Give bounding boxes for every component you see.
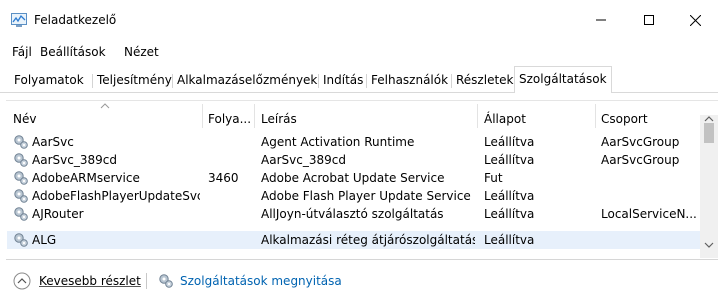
tab-details[interactable]: Részletek — [452, 70, 518, 92]
cell-name: AdobeARMservice — [32, 171, 140, 185]
tab-bar: Folyamatok Teljesítmény Alkalmazáselőzmé… — [0, 64, 718, 93]
task-manager-icon — [11, 13, 27, 27]
column-header-status[interactable]: Állapot — [484, 112, 526, 126]
menu-bar: Fájl Beállítások Nézet — [0, 40, 718, 64]
close-button[interactable] — [672, 0, 718, 40]
fewer-details-link[interactable]: Kevesebb részlet — [39, 274, 141, 288]
scroll-down-icon[interactable] — [704, 242, 714, 248]
cell-name: AdobeFlashPlayerUpdateSvc — [32, 189, 200, 203]
column-header-description[interactable]: Leírás — [261, 112, 297, 126]
footer-divider — [146, 273, 147, 289]
tab-services[interactable]: Szolgáltatások — [514, 66, 612, 93]
column-divider[interactable] — [477, 104, 478, 128]
cell-description: Adobe Flash Player Update Service — [261, 189, 471, 203]
service-gear-icon — [14, 189, 28, 203]
tab-app-history[interactable]: Alkalmazáselőzmények — [173, 70, 321, 92]
cell-group: LocalServiceN... — [601, 207, 697, 221]
title-bar: Feladatkezelő — [0, 0, 718, 40]
tab-users[interactable]: Felhasználók — [367, 70, 452, 92]
table-row[interactable]: AarSvc Agent Activation Runtime Leállítv… — [7, 133, 700, 151]
column-divider[interactable] — [254, 104, 255, 128]
tab-startup[interactable]: Indítás — [319, 70, 367, 92]
cell-status: Fut — [484, 171, 503, 185]
cell-group: AarSvcGroup — [601, 135, 680, 149]
menu-options[interactable]: Beállítások — [40, 45, 106, 59]
menu-file[interactable]: Fájl — [12, 45, 32, 59]
cell-status: Leállítva — [484, 207, 535, 221]
column-header-name[interactable]: Név — [13, 112, 36, 126]
footer: Kevesebb részlet Szolgáltatások megnyitá… — [0, 258, 718, 302]
column-header-group[interactable]: Csoport — [601, 112, 648, 126]
maximize-button[interactable] — [626, 0, 672, 40]
cell-name: AarSvc — [32, 135, 74, 149]
cell-description: Adobe Acrobat Update Service — [261, 171, 445, 185]
tab-performance[interactable]: Teljesítmény — [93, 70, 176, 92]
cell-name: ALG — [32, 233, 57, 247]
table-row[interactable]: AarSvc_389cd AarSvc_389cd Leállítva AarS… — [7, 151, 700, 169]
cell-name: AarSvc_389cd — [32, 153, 117, 167]
cell-status: Leállítva — [484, 135, 535, 149]
column-divider[interactable] — [595, 104, 596, 128]
table-row[interactable]: AJRouter AllJoyn-útválasztó szolgáltatás… — [7, 205, 700, 223]
services-gear-icon — [159, 274, 173, 288]
minimize-button[interactable] — [578, 0, 624, 40]
cell-description: Agent Activation Runtime — [261, 135, 415, 149]
chevron-up-circle-icon[interactable] — [13, 272, 31, 290]
column-divider[interactable] — [202, 104, 203, 128]
scrollbar-thumb[interactable] — [704, 123, 714, 143]
cell-status: Leállítva — [484, 153, 535, 167]
cell-description: AarSvc_389cd — [261, 153, 346, 167]
service-gear-icon — [14, 171, 28, 185]
cell-group: AarSvcGroup — [601, 153, 680, 167]
scroll-up-icon[interactable] — [704, 116, 714, 122]
minimize-icon — [596, 19, 606, 21]
table-row[interactable]: AdobeARMservice 3460 Adobe Acrobat Updat… — [7, 169, 700, 187]
service-gear-icon — [14, 153, 28, 167]
cell-description: AllJoyn-útválasztó szolgáltatás — [261, 207, 444, 221]
column-header-pid[interactable]: Folya... — [208, 112, 251, 126]
service-gear-icon — [14, 135, 28, 149]
menu-view[interactable]: Nézet — [124, 45, 159, 59]
cell-name: AJRouter — [32, 207, 84, 221]
cell-status: Leállítva — [484, 233, 535, 247]
tab-processes[interactable]: Folyamatok — [10, 70, 88, 92]
maximize-icon — [644, 15, 654, 25]
service-gear-icon — [14, 207, 28, 221]
service-gear-icon — [14, 233, 28, 247]
cell-description: Alkalmazási réteg átjárószolgáltatása — [261, 233, 475, 247]
table-row-selected[interactable]: ALG Alkalmazási réteg átjárószolgáltatás… — [7, 231, 700, 249]
table-row[interactable]: AdobeFlashPlayerUpdateSvc Adobe Flash Pl… — [7, 187, 700, 205]
sort-ascending-icon — [100, 103, 110, 109]
cell-pid: 3460 — [208, 171, 239, 185]
window-title: Feladatkezelő — [34, 13, 117, 27]
close-icon — [689, 14, 701, 26]
vertical-scrollbar[interactable] — [700, 115, 718, 258]
open-services-link[interactable]: Szolgáltatások megnyitása — [180, 274, 342, 288]
cell-status: Leállítva — [484, 189, 535, 203]
